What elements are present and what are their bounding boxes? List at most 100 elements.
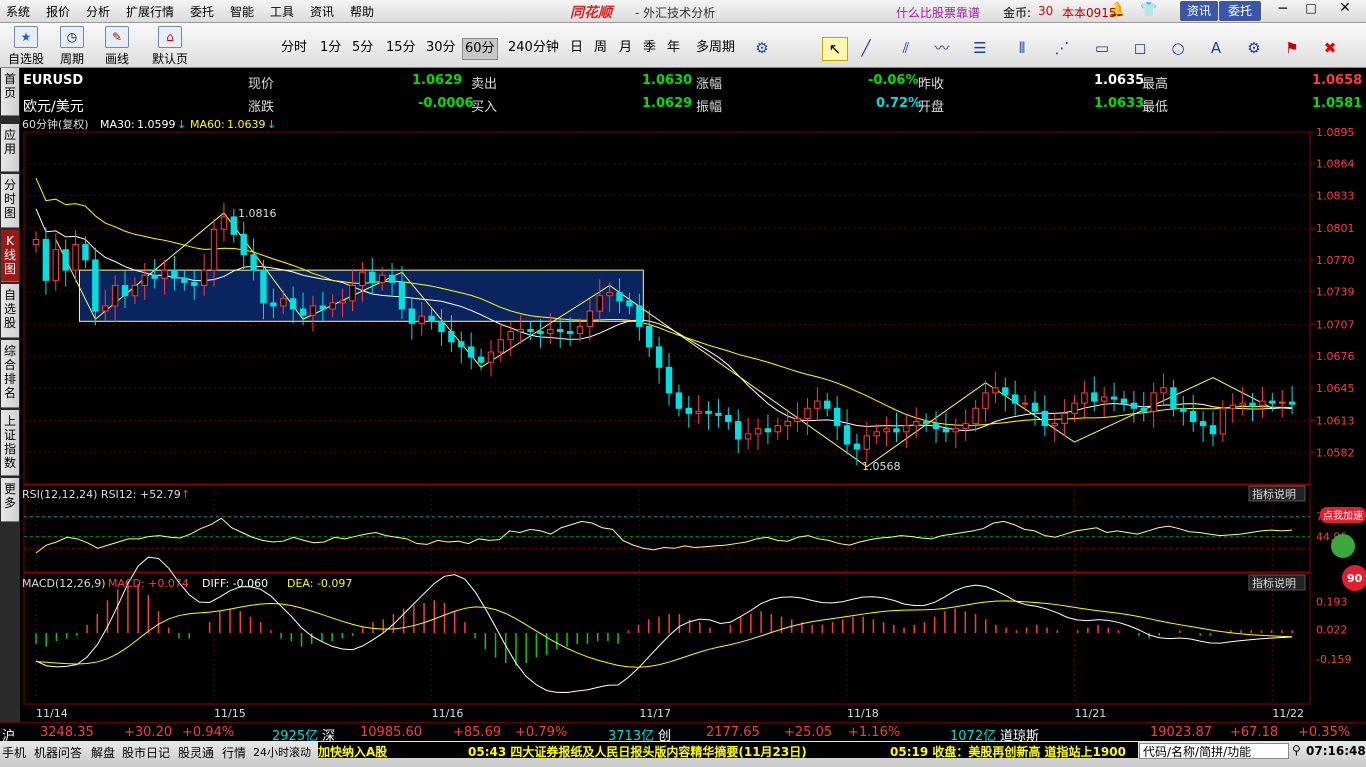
candle-body bbox=[388, 274, 396, 283]
rsi-arrow-icon: ↑ bbox=[181, 488, 190, 501]
maximize-icon[interactable]: □ bbox=[1300, 1, 1322, 19]
task-analysis[interactable]: 解盘 bbox=[91, 744, 115, 761]
task-market[interactable]: 行情 bbox=[222, 744, 246, 761]
draw-button[interactable]: ✎ 画线 bbox=[97, 25, 137, 66]
period-1min[interactable]: 1分 bbox=[318, 38, 343, 58]
candle-body bbox=[1031, 402, 1039, 412]
speedup-label: 点我加速 bbox=[1323, 510, 1363, 522]
candle-body bbox=[853, 443, 861, 450]
period-60min[interactable]: 60分 bbox=[462, 38, 498, 60]
tab-home[interactable]: 首页 bbox=[1, 68, 19, 116]
task-24h-scroll[interactable]: 24小时滚动 bbox=[253, 744, 311, 760]
task-mobile[interactable]: 手机 bbox=[2, 744, 26, 761]
tab-ranking[interactable]: 综合排名 bbox=[1, 340, 19, 408]
tab-apps[interactable]: 应用 bbox=[1, 124, 19, 172]
trade-button[interactable]: 委托 bbox=[1219, 1, 1261, 21]
settings-tool-icon[interactable]: ⚙ bbox=[1242, 37, 1266, 59]
date-tick-label: 11/17 bbox=[639, 707, 671, 720]
candle-body bbox=[1150, 392, 1157, 412]
menu-analysis[interactable]: 分析 bbox=[86, 3, 110, 20]
candle-body bbox=[260, 269, 267, 304]
tab-shanghai-index[interactable]: 上证指数 bbox=[1, 410, 19, 476]
ticker-item-3[interactable]: 05:19 收盘：美股再创新高 道指站上1900 bbox=[890, 743, 1126, 758]
search-icon[interactable]: ⚲ bbox=[1292, 743, 1301, 757]
period-season[interactable]: 季 bbox=[641, 38, 658, 58]
menu-trade[interactable]: 委托 bbox=[190, 3, 214, 20]
promo-link[interactable]: 什么比股票靠谱 bbox=[896, 4, 980, 21]
period-15min[interactable]: 15分 bbox=[384, 38, 418, 58]
close-icon[interactable]: ✕ bbox=[1330, 0, 1360, 20]
period-30min[interactable]: 30分 bbox=[424, 38, 458, 58]
period-button[interactable]: ◷ 周期 bbox=[52, 25, 92, 66]
task-diary[interactable]: 股市日记 bbox=[122, 744, 170, 761]
candle-body bbox=[428, 315, 435, 322]
parallel-line-icon[interactable]: ⫽ bbox=[894, 37, 918, 59]
rect-tool-icon[interactable]: ▭ bbox=[1090, 37, 1114, 59]
candle-body bbox=[606, 292, 613, 297]
shirt-icon[interactable]: 👕 bbox=[1140, 2, 1157, 18]
menu-extended[interactable]: 扩展行情 bbox=[126, 3, 174, 20]
menu-quote[interactable]: 报价 bbox=[46, 3, 70, 20]
circle-tool-icon[interactable]: ○ bbox=[1166, 37, 1190, 59]
period-day[interactable]: 日 bbox=[568, 38, 585, 58]
kline-chart[interactable]: 1.0895 1.0864 1.0833 1.0801 1.0770 1.0739 1.07… bbox=[20, 68, 1366, 722]
task-stock-spirit[interactable]: 股灵通 bbox=[178, 744, 214, 761]
menu-system[interactable]: 系统 bbox=[6, 3, 30, 20]
watchlist-button[interactable]: ★ 自选股 bbox=[6, 25, 46, 66]
menu-news[interactable]: 资讯 bbox=[310, 3, 334, 20]
speedup-value: 90 bbox=[1347, 572, 1363, 585]
candle-body bbox=[784, 421, 791, 427]
period-year[interactable]: 年 bbox=[665, 38, 682, 58]
period-week[interactable]: 周 bbox=[592, 38, 609, 58]
candle-body bbox=[438, 320, 445, 333]
candle-body bbox=[685, 407, 693, 414]
period-5min[interactable]: 5分 bbox=[350, 38, 375, 58]
candle-body bbox=[369, 271, 376, 283]
news-ticker[interactable]: 加快纳入A股 05:43 四大证券报纸及人民日报头版内容精华摘要(11月23日)… bbox=[318, 742, 1138, 758]
tab-more[interactable]: 更多 bbox=[1, 478, 19, 522]
cursor-icon[interactable]: ↖ bbox=[822, 37, 848, 61]
candle-body bbox=[903, 425, 910, 433]
box-tool-icon[interactable]: ◻ bbox=[1128, 37, 1152, 59]
cy-change-pct: +1.16% bbox=[848, 725, 901, 740]
news-button[interactable]: 资讯 bbox=[1180, 1, 1218, 21]
candle-body bbox=[1120, 398, 1128, 404]
period-timeshare[interactable]: 分时 bbox=[279, 38, 309, 58]
candle-body bbox=[1100, 396, 1108, 402]
period-240min[interactable]: 240分钟 bbox=[506, 38, 561, 58]
bookmark-tool-icon[interactable]: ⚑ bbox=[1280, 37, 1304, 59]
menu-help[interactable]: 帮助 bbox=[350, 3, 374, 20]
candle-body bbox=[556, 328, 564, 333]
default-page-button[interactable]: ⌂ 默认页 bbox=[150, 25, 190, 66]
tab-watchlist[interactable]: 自选股 bbox=[1, 284, 19, 338]
ticker-item-1[interactable]: 加快纳入A股 bbox=[318, 743, 387, 758]
period-multi[interactable]: 多周期 bbox=[694, 38, 737, 58]
gear-icon[interactable]: ⚙ bbox=[750, 37, 774, 59]
candle-body bbox=[1140, 407, 1147, 412]
menu-tools[interactable]: 工具 bbox=[270, 3, 294, 20]
bars-tool-icon[interactable]: ⦀ bbox=[1010, 37, 1034, 59]
minimize-icon[interactable]: ─ bbox=[1272, 1, 1294, 19]
speedup-badge[interactable]: 点我加速 90 bbox=[1320, 507, 1366, 591]
menu-smart[interactable]: 智能 bbox=[230, 3, 254, 20]
high-marker: 1.0816 bbox=[238, 207, 277, 220]
wave-tool-icon[interactable]: 〰 bbox=[930, 37, 954, 59]
index-status-bar: 沪 3248.35 +30.20 +0.94% 2925亿 深 10985.60… bbox=[0, 722, 1366, 744]
fib-tool-icon[interactable]: ☰ bbox=[968, 37, 992, 59]
candle-body bbox=[1249, 402, 1256, 406]
ticker-item-2[interactable]: 05:43 四大证券报纸及人民日报头版内容精华摘要(11月23日) bbox=[468, 743, 807, 758]
zigzag-line bbox=[55, 212, 1273, 468]
line-tool-icon[interactable]: ╱ bbox=[854, 37, 878, 59]
period-month[interactable]: 月 bbox=[617, 38, 634, 58]
candle-body bbox=[1229, 404, 1236, 409]
version-label[interactable]: 本本0915 bbox=[1062, 4, 1117, 21]
task-robot-qa[interactable]: 机器问答 bbox=[34, 744, 82, 761]
tab-timeshare[interactable]: 分时图 bbox=[1, 174, 19, 228]
text-tool-icon[interactable]: A bbox=[1204, 37, 1228, 59]
tab-kline[interactable]: K线图 bbox=[1, 230, 19, 282]
code-search-input[interactable]: 代码/名称/简拼/功能 bbox=[1139, 743, 1289, 759]
home-icon: ⌂ bbox=[158, 26, 182, 48]
channel-tool-icon[interactable]: ⋰ bbox=[1050, 37, 1074, 59]
pencil-icon: ✎ bbox=[105, 26, 129, 48]
delete-tool-icon[interactable]: ✖ bbox=[1318, 37, 1342, 59]
